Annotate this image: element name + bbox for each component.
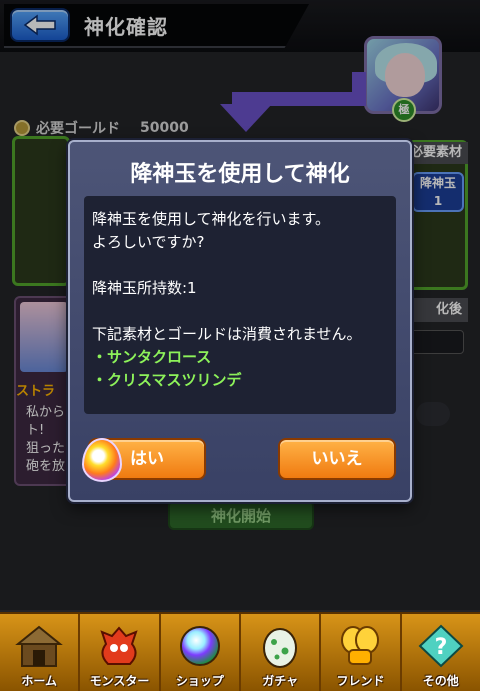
- confirm-dialog: 降神玉を使用して神化 降神玉を使用して神化を行います。 よろしいですか? 降神玉…: [68, 140, 412, 502]
- nav-label-friend: フレンド: [336, 674, 385, 688]
- dialog-message-box: 降神玉を使用して神化を行います。 よろしいですか? 降神玉所持数:1 下記素材と…: [84, 196, 396, 414]
- shop-orb-icon: [179, 626, 220, 666]
- bottom-nav: ホーム モンスター ショップ ガチャ フレンド ? その他: [0, 612, 480, 691]
- monster-icon: [100, 626, 139, 665]
- nav-label-monster: モンスター: [89, 674, 150, 688]
- nav-friend[interactable]: フレンド: [321, 614, 402, 691]
- no-button[interactable]: いいえ: [278, 438, 396, 480]
- item-count-label: 降神玉所持数:1: [92, 279, 197, 297]
- material-item: ・クリスマスツリンデ: [92, 371, 242, 389]
- other-icon: ?: [418, 624, 464, 668]
- not-consumed-note: 下記素材とゴールドは消費されません。: [92, 325, 362, 343]
- nav-label-shop: ショップ: [175, 674, 224, 688]
- home-icon: [15, 625, 63, 667]
- dialog-title: 降神玉を使用して神化: [130, 162, 350, 187]
- nav-label-gacha: ガチャ: [262, 674, 299, 688]
- nav-label-home: ホーム: [21, 674, 57, 688]
- dialog-line-2: よろしいですか?: [92, 233, 205, 251]
- kojin-dama-orb-icon: [82, 438, 122, 482]
- dialog-line-1: 降神玉を使用して神化を行います。: [92, 210, 331, 228]
- friend-icon: [341, 626, 380, 665]
- gacha-egg-icon: [263, 628, 298, 668]
- nav-home[interactable]: ホーム: [0, 614, 81, 691]
- nav-other[interactable]: ? その他: [402, 614, 480, 691]
- svg-text:?: ?: [434, 635, 447, 660]
- material-item: ・サンタクロース: [92, 348, 212, 366]
- nav-monster[interactable]: モンスター: [80, 614, 161, 691]
- nav-label-other: その他: [422, 674, 459, 688]
- nav-gacha[interactable]: ガチャ: [241, 614, 322, 691]
- nav-shop[interactable]: ショップ: [161, 614, 241, 691]
